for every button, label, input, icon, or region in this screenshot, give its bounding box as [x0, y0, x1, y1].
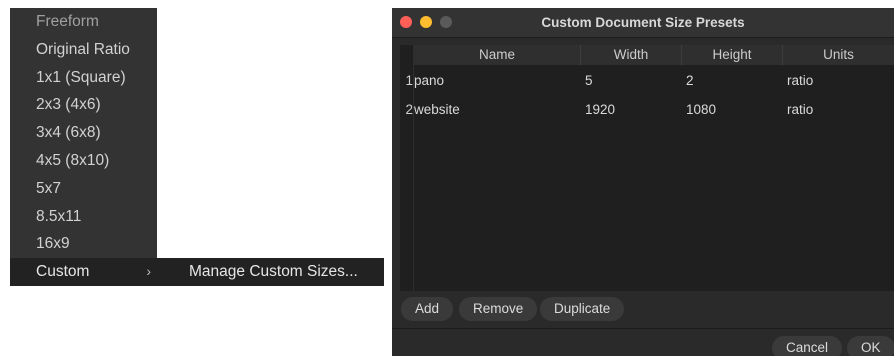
presets-table: Name Width Height Units 1 pano 5 2 ratio… [400, 45, 894, 291]
menu-item-3x4[interactable]: 3x4 (6x8) [10, 119, 157, 147]
column-header-height[interactable]: Height [682, 45, 783, 65]
duplicate-button[interactable]: Duplicate [540, 297, 625, 321]
footer-divider [392, 328, 894, 329]
menu-item-label: 4x5 (8x10) [36, 151, 110, 169]
column-header-name[interactable]: Name [414, 45, 581, 65]
menu-item-label: 5x7 [36, 179, 61, 197]
table-header: Name Width Height Units [414, 45, 894, 65]
row-number: 1 [405, 73, 413, 88]
cell-width[interactable]: 1920 [585, 100, 615, 120]
cell-name[interactable]: pano [414, 71, 444, 91]
menu-item-custom[interactable]: Custom › [10, 258, 157, 286]
menu-item-freeform[interactable]: Freeform [10, 8, 157, 36]
menu-item-label: 2x3 (4x6) [36, 96, 101, 114]
table-row[interactable]: website 1920 1080 ratio [414, 100, 894, 120]
menu-item-label: Custom [36, 263, 90, 281]
cell-name[interactable]: website [414, 100, 460, 120]
chevron-right-icon: › [146, 263, 151, 280]
menu-item-label: 8.5x11 [36, 207, 82, 225]
menu-item-5x7[interactable]: 5x7 [10, 175, 157, 203]
title-bar: Custom Document Size Presets [392, 8, 894, 38]
add-button[interactable]: Add [401, 297, 454, 321]
ok-button[interactable]: OK [847, 336, 894, 356]
cell-units[interactable]: ratio [787, 100, 813, 120]
column-header-units[interactable]: Units [783, 45, 894, 65]
cell-height[interactable]: 2 [686, 71, 694, 91]
dialog-title: Custom Document Size Presets [541, 15, 745, 30]
menu-item-label: 1x1 (Square) [36, 68, 126, 86]
menu-item-4x5[interactable]: 4x5 (8x10) [10, 147, 157, 175]
menu-item-1x1[interactable]: 1x1 (Square) [10, 64, 157, 92]
cell-units[interactable]: ratio [787, 71, 813, 91]
menu-item-original-ratio[interactable]: Original Ratio [10, 36, 157, 64]
menu-item-16x9[interactable]: 16x9 [10, 230, 157, 258]
cancel-button[interactable]: Cancel [772, 336, 843, 356]
submenu-item-label: Manage Custom Sizes... [189, 263, 358, 280]
submenu-item-manage-custom-sizes[interactable]: Manage Custom Sizes... [157, 258, 384, 286]
aspect-ratio-menu: Freeform Original Ratio 1x1 (Square) 2x3… [10, 8, 157, 286]
menu-item-8-5x11[interactable]: 8.5x11 [10, 203, 157, 231]
menu-item-label: Original Ratio [36, 40, 130, 58]
remove-button[interactable]: Remove [459, 297, 538, 321]
menu-item-label: Freeform [36, 13, 99, 30]
menu-item-label: 16x9 [36, 235, 70, 253]
cell-width[interactable]: 5 [585, 71, 593, 91]
menu-item-label: 3x4 (6x8) [36, 124, 101, 142]
menu-item-2x3[interactable]: 2x3 (4x6) [10, 91, 157, 119]
table-row[interactable]: pano 5 2 ratio [414, 71, 894, 91]
column-header-width[interactable]: Width [581, 45, 682, 65]
row-number: 2 [405, 102, 413, 117]
cell-height[interactable]: 1080 [686, 100, 716, 120]
custom-size-presets-dialog: Custom Document Size Presets Name Width … [392, 8, 894, 356]
